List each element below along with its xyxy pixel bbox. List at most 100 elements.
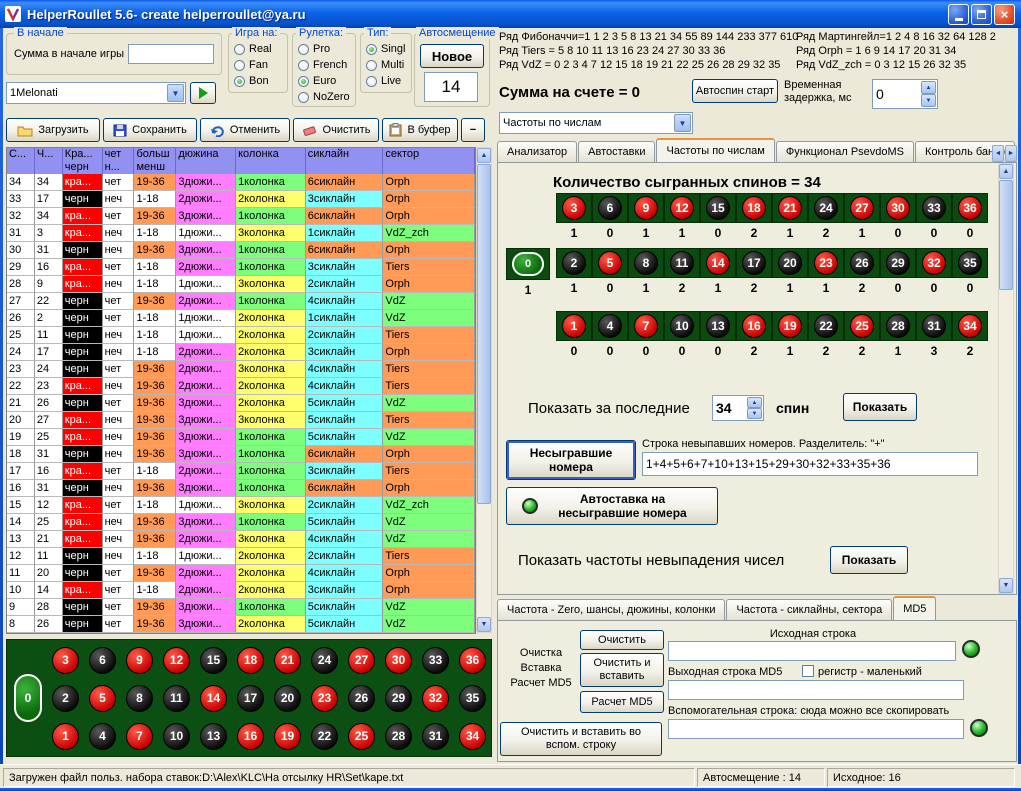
- number-12[interactable]: 12: [163, 647, 190, 674]
- missed-string-input[interactable]: 1+4+5+6+7+10+13+15+29+30+32+33+35+36: [642, 452, 978, 476]
- number-28[interactable]: 28: [385, 723, 412, 750]
- number-31[interactable]: 31: [422, 723, 449, 750]
- show-button[interactable]: Показать: [843, 393, 917, 421]
- freq-tile-14[interactable]: 14: [700, 248, 736, 278]
- number-25[interactable]: 25: [850, 314, 874, 338]
- show-last-up-icon[interactable]: ▲: [747, 397, 762, 408]
- show-freq-button[interactable]: Показать: [830, 546, 908, 574]
- number-15[interactable]: 15: [706, 196, 730, 220]
- number-19[interactable]: 19: [778, 314, 802, 338]
- number-35[interactable]: 35: [459, 685, 486, 712]
- number-23[interactable]: 23: [311, 685, 338, 712]
- number-16[interactable]: 16: [237, 723, 264, 750]
- wheel-cell[interactable]: 24: [306, 641, 343, 679]
- number-21[interactable]: 21: [274, 647, 301, 674]
- autospin-button[interactable]: Автоспин старт: [692, 79, 778, 103]
- number-0[interactable]: 0: [14, 674, 42, 722]
- number-7[interactable]: 7: [126, 723, 153, 750]
- freq-tile-24[interactable]: 24: [808, 193, 844, 223]
- wheel-cell[interactable]: 28: [380, 717, 417, 755]
- number-34[interactable]: 34: [459, 723, 486, 750]
- number-33[interactable]: 33: [922, 196, 946, 220]
- number-36[interactable]: 36: [459, 647, 486, 674]
- to-buffer-button[interactable]: В буфер: [382, 118, 458, 142]
- table-scrollbar[interactable]: ▲ ▼: [476, 147, 492, 633]
- freq-tile-31[interactable]: 31: [916, 311, 952, 341]
- maximize-button[interactable]: [971, 4, 992, 25]
- md5-output-input[interactable]: [668, 680, 964, 700]
- number-34[interactable]: 34: [958, 314, 982, 338]
- number-14[interactable]: 14: [706, 251, 730, 275]
- chevron-down-icon[interactable]: ▼: [167, 84, 184, 102]
- missed-numbers-button[interactable]: Несыгравшие номера: [506, 440, 636, 480]
- freq-tile-27[interactable]: 27: [844, 193, 880, 223]
- number-10[interactable]: 10: [163, 723, 190, 750]
- freq-tile-5[interactable]: 5: [592, 248, 628, 278]
- freq-tile-9[interactable]: 9: [628, 193, 664, 223]
- number-30[interactable]: 30: [385, 647, 412, 674]
- table-scroll-up-icon[interactable]: ▲: [477, 148, 491, 163]
- radio-pro[interactable]: Pro: [298, 42, 356, 56]
- radio-bon[interactable]: Bon: [234, 74, 288, 88]
- tab-функционал-psevdoms[interactable]: Функционал PsevdoMS: [776, 141, 914, 162]
- clear-button[interactable]: Очистить: [293, 118, 379, 142]
- tab-частота-сиклайны-сектора[interactable]: Частота - сиклайны, сектора: [726, 599, 892, 620]
- freq-tile-10[interactable]: 10: [664, 311, 700, 341]
- number-27[interactable]: 27: [348, 647, 375, 674]
- wheel-cell[interactable]: 2: [47, 679, 84, 717]
- number-3[interactable]: 3: [562, 196, 586, 220]
- number-4[interactable]: 4: [598, 314, 622, 338]
- freq-tile-1[interactable]: 1: [556, 311, 592, 341]
- md5-clear-button[interactable]: Очистить: [580, 630, 664, 650]
- number-32[interactable]: 32: [922, 251, 946, 275]
- save-button[interactable]: Сохранить: [103, 118, 197, 142]
- preset-combo[interactable]: 1Melonati ▼: [6, 82, 186, 104]
- tabs-scroll-right-icon[interactable]: ►: [1005, 145, 1017, 162]
- wheel-cell[interactable]: 7: [121, 717, 158, 755]
- number-18[interactable]: 18: [237, 647, 264, 674]
- wheel-cell[interactable]: 18: [232, 641, 269, 679]
- tab-автоставки[interactable]: Автоставки: [578, 141, 655, 162]
- wheel-cell[interactable]: 21: [269, 641, 306, 679]
- number-29[interactable]: 29: [385, 685, 412, 712]
- freq-tile-19[interactable]: 19: [772, 311, 808, 341]
- autoshift-value[interactable]: 14: [424, 72, 478, 102]
- wheel-cell[interactable]: 32: [417, 679, 454, 717]
- undo-button[interactable]: Отменить: [200, 118, 290, 142]
- freq-tile-12[interactable]: 12: [664, 193, 700, 223]
- freq-tile-23[interactable]: 23: [808, 248, 844, 278]
- number-24[interactable]: 24: [814, 196, 838, 220]
- number-2[interactable]: 2: [562, 251, 586, 275]
- table-scroll-down-icon[interactable]: ▼: [477, 617, 491, 632]
- number-13[interactable]: 13: [706, 314, 730, 338]
- tab-анализатор[interactable]: Анализатор: [497, 141, 577, 162]
- number-20[interactable]: 20: [274, 685, 301, 712]
- number-27[interactable]: 27: [850, 196, 874, 220]
- delay-down-icon[interactable]: ▼: [921, 94, 936, 107]
- minus-button[interactable]: −: [461, 118, 485, 142]
- freq-tile-16[interactable]: 16: [736, 311, 772, 341]
- number-9[interactable]: 9: [634, 196, 658, 220]
- wheel-cell[interactable]: 36: [454, 641, 491, 679]
- freq-tile-30[interactable]: 30: [880, 193, 916, 223]
- number-25[interactable]: 25: [348, 723, 375, 750]
- number-22[interactable]: 22: [814, 314, 838, 338]
- number-1[interactable]: 1: [562, 314, 586, 338]
- freq-tile-25[interactable]: 25: [844, 311, 880, 341]
- number-0[interactable]: 0: [512, 252, 544, 276]
- mode-combo[interactable]: Частоты по числам ▼: [499, 112, 693, 134]
- wheel-cell[interactable]: 10: [158, 717, 195, 755]
- number-15[interactable]: 15: [200, 647, 227, 674]
- number-5[interactable]: 5: [89, 685, 116, 712]
- number-6[interactable]: 6: [89, 647, 116, 674]
- number-16[interactable]: 16: [742, 314, 766, 338]
- load-button[interactable]: Загрузить: [6, 118, 100, 142]
- number-18[interactable]: 18: [742, 196, 766, 220]
- wheel-cell[interactable]: 35: [454, 679, 491, 717]
- minimize-button[interactable]: [948, 4, 969, 25]
- number-30[interactable]: 30: [886, 196, 910, 220]
- wheel-cell[interactable]: 3: [47, 641, 84, 679]
- tab-частоты-по-числам[interactable]: Частоты по числам: [656, 138, 774, 162]
- wheel-cell[interactable]: 8: [121, 679, 158, 717]
- wheel-cell[interactable]: 1: [47, 717, 84, 755]
